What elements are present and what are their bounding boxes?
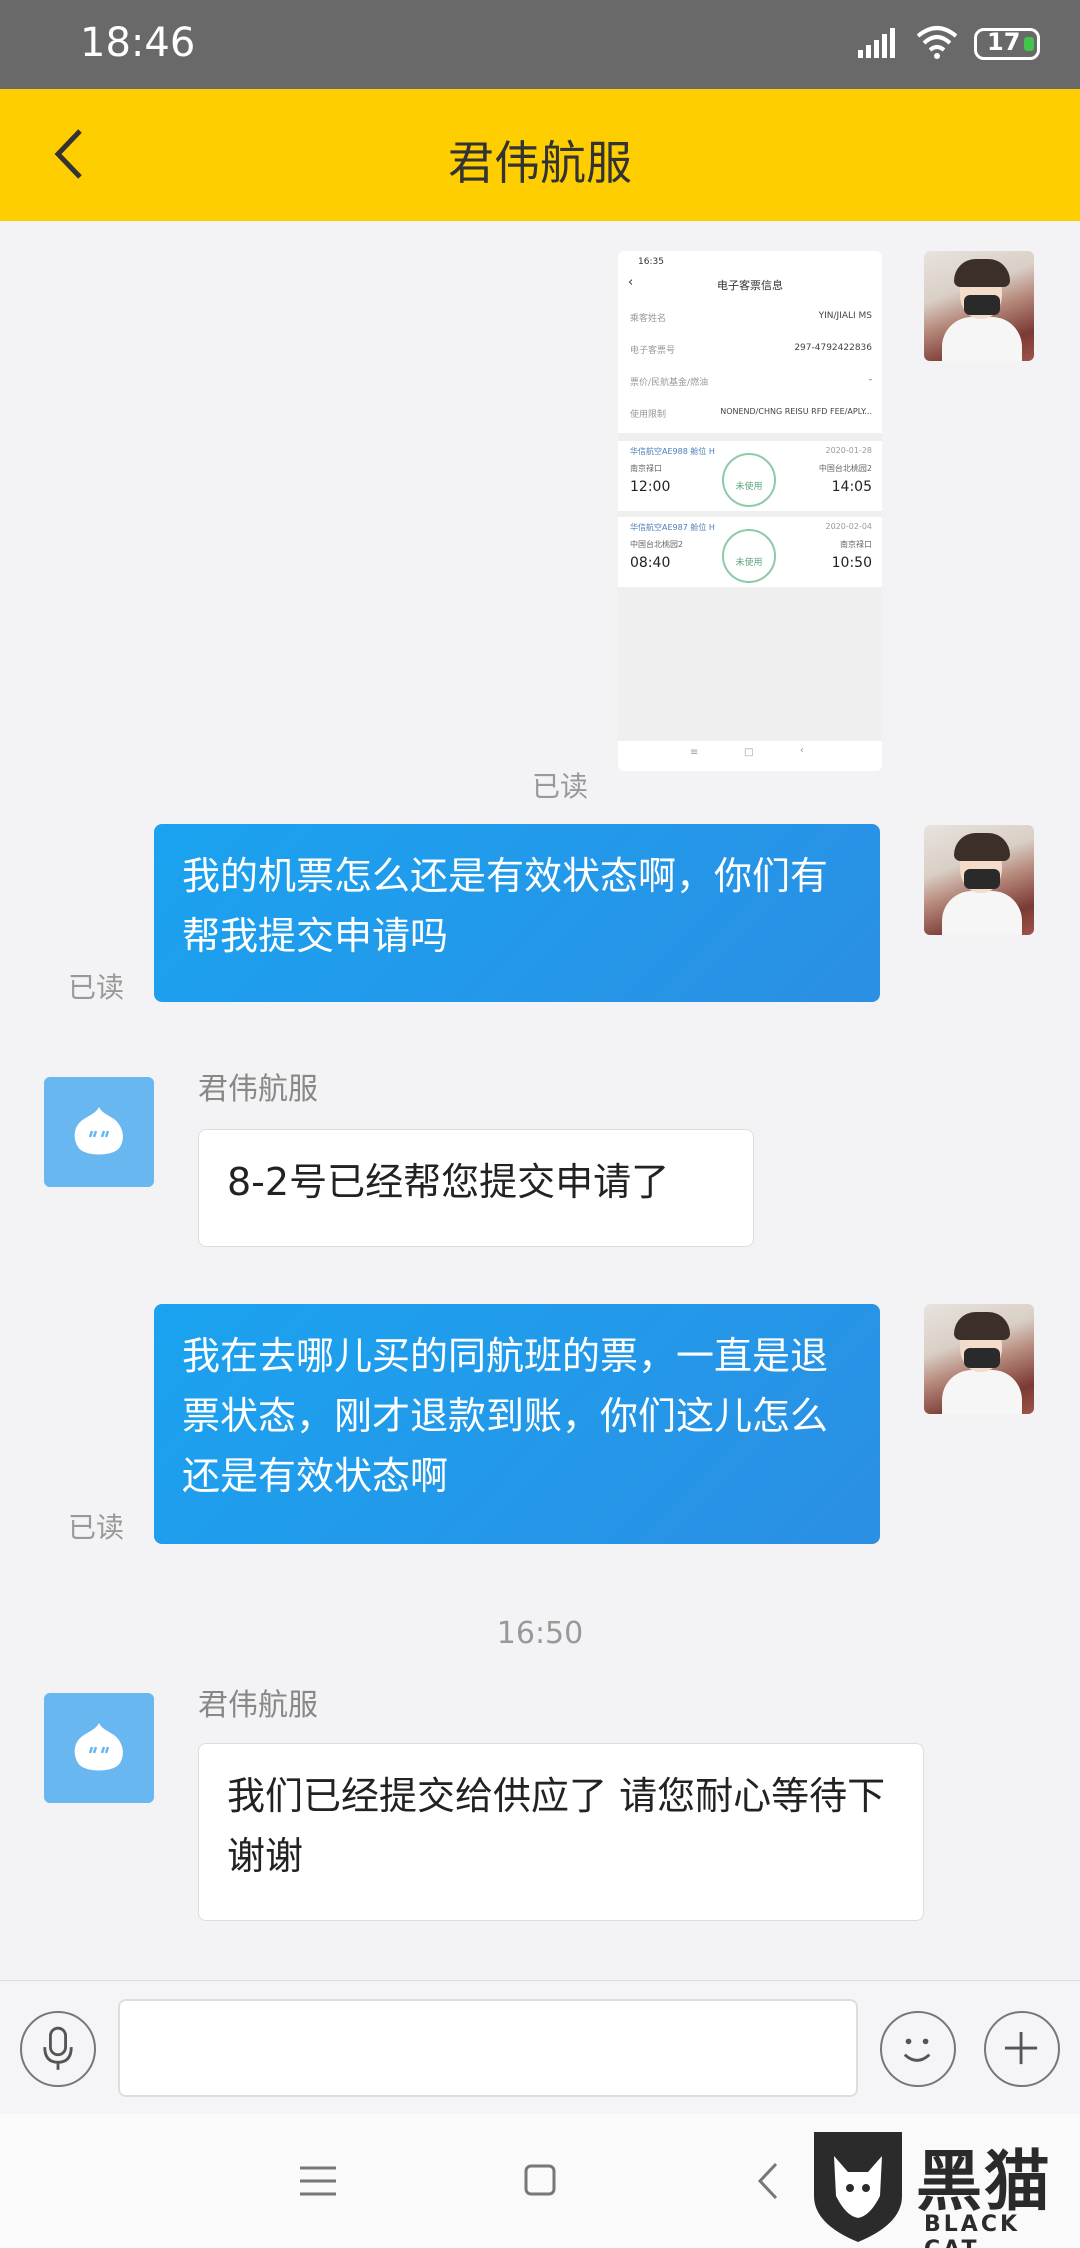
blackcat-watermark: 黑猫 BLACK CAT <box>808 2126 1080 2248</box>
more-button[interactable] <box>984 2011 1060 2087</box>
unused-stamp: 未使用 <box>722 529 776 583</box>
message-input[interactable] <box>118 1999 858 2097</box>
watermark-en: BLACK CAT <box>924 2212 1021 2248</box>
shot-segment: 华信航空AE988 舱位 H 2020-01-28 南京禄口 中国台北桃园2 1… <box>618 441 882 511</box>
shot-row-key: 使用限制 <box>630 410 667 420</box>
microphone-icon <box>43 2026 73 2070</box>
voice-button[interactable] <box>20 2011 96 2087</box>
shot-row-key: 乘客姓名 <box>630 314 667 324</box>
signal-icon <box>858 28 895 58</box>
menu-icon[interactable] <box>288 2154 348 2208</box>
service-logo-icon <box>74 1107 123 1155</box>
user-avatar[interactable] <box>924 251 1034 361</box>
read-receipt: 已读 <box>68 1511 125 1544</box>
shot-title: 电子客票信息 <box>717 279 783 292</box>
shot-nav: ≡ □ ‹ <box>618 741 882 771</box>
outgoing-message[interactable]: 我在去哪儿买的同航班的票，一直是退票状态，刚才退款到账，你们这儿怎么还是有效状态… <box>154 1304 880 1544</box>
screenshot-image-message[interactable]: 16:35 ‹ 电子客票信息 乘客姓名 YIN/JIALI MS 电子客票号 297… <box>618 251 882 771</box>
message-timestamp: 16:50 <box>496 1616 584 1651</box>
plus-icon <box>1004 2031 1038 2065</box>
chat-area[interactable]: 16:35 ‹ 电子客票信息 乘客姓名 YIN/JIALI MS 电子客票号 297… <box>0 221 1080 1980</box>
unused-stamp: 未使用 <box>722 453 776 507</box>
home-square-icon[interactable] <box>510 2154 570 2208</box>
battery-level: 17 <box>987 28 1021 56</box>
user-avatar[interactable] <box>924 1304 1034 1414</box>
read-receipt: 已读 <box>532 770 589 803</box>
watermark-cn: 黑猫 <box>916 2143 1052 2220</box>
sender-name: 君伟航服 <box>198 1688 318 1723</box>
sender-name: 君伟航服 <box>198 1072 318 1107</box>
cat-shield-logo-icon <box>814 2132 902 2242</box>
service-avatar[interactable] <box>44 1693 154 1803</box>
service-avatar[interactable] <box>44 1077 154 1187</box>
input-bar <box>0 1980 1080 2114</box>
outgoing-message[interactable]: 我的机票怎么还是有效状态啊，你们有帮我提交申请吗 <box>154 824 880 1002</box>
shot-row-value: 297-4792422836 <box>794 343 872 353</box>
user-avatar[interactable] <box>924 825 1034 935</box>
shot-row-key: 票价/民航基金/燃油 <box>630 378 709 388</box>
incoming-message[interactable]: 8-2号已经帮您提交申请了 <box>198 1129 754 1247</box>
shot-segment: 华信航空AE987 舱位 H 2020-02-04 中国台北桃园2 南京禄口 0… <box>618 517 882 587</box>
battery-icon: 17 <box>974 28 1040 60</box>
shot-row-value: NONEND/CHNG REISU RFD FEE/APLY... <box>720 407 872 416</box>
shot-row-value: YIN/JIALI MS <box>818 311 872 321</box>
status-time: 18:46 <box>80 20 196 66</box>
smiley-icon <box>903 2038 931 2062</box>
chat-title: 君伟航服 <box>448 136 632 190</box>
service-logo-icon <box>74 1723 123 1771</box>
shot-row-value: - <box>868 375 872 385</box>
read-receipt: 已读 <box>68 971 125 1004</box>
shot-row-key: 电子客票号 <box>630 346 676 356</box>
incoming-message[interactable]: 我们已经提交给供应了 请您耐心等待下 谢谢 <box>198 1743 924 1921</box>
emoji-button[interactable] <box>880 2011 956 2087</box>
wifi-icon <box>916 26 958 59</box>
nav-back-icon[interactable] <box>738 2154 798 2208</box>
chat-header: 君伟航服 <box>0 89 1080 221</box>
shot-time: 16:35 <box>638 257 664 267</box>
status-bar: 18:46 17 <box>0 0 1080 89</box>
